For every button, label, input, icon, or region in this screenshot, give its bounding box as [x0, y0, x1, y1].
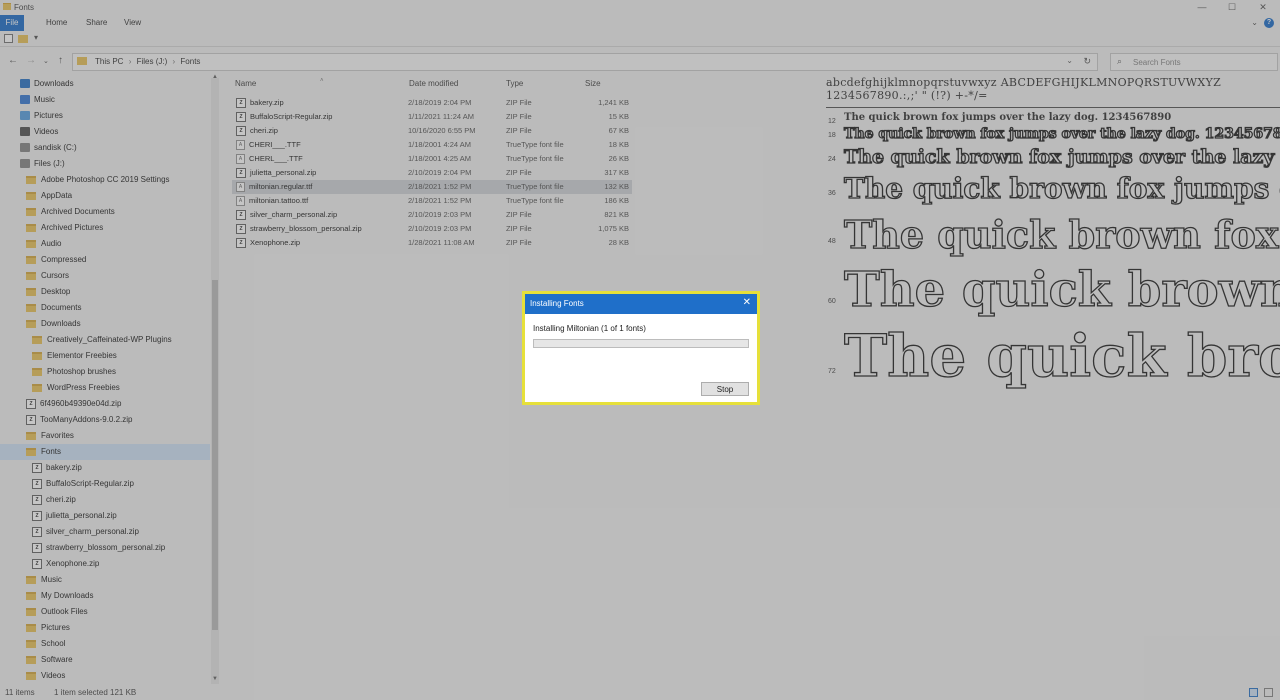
- dialog-title-bar: Installing Fonts ✕: [525, 294, 757, 314]
- close-icon[interactable]: ✕: [743, 297, 751, 308]
- stop-button[interactable]: Stop: [701, 382, 749, 396]
- installing-fonts-dialog: Installing Fonts ✕ Installing Miltonian …: [522, 291, 760, 405]
- dialog-message: Installing Miltonian (1 of 1 fonts): [533, 324, 646, 333]
- dialog-title: Installing Fonts: [530, 299, 584, 308]
- install-progress-bar: [533, 339, 749, 348]
